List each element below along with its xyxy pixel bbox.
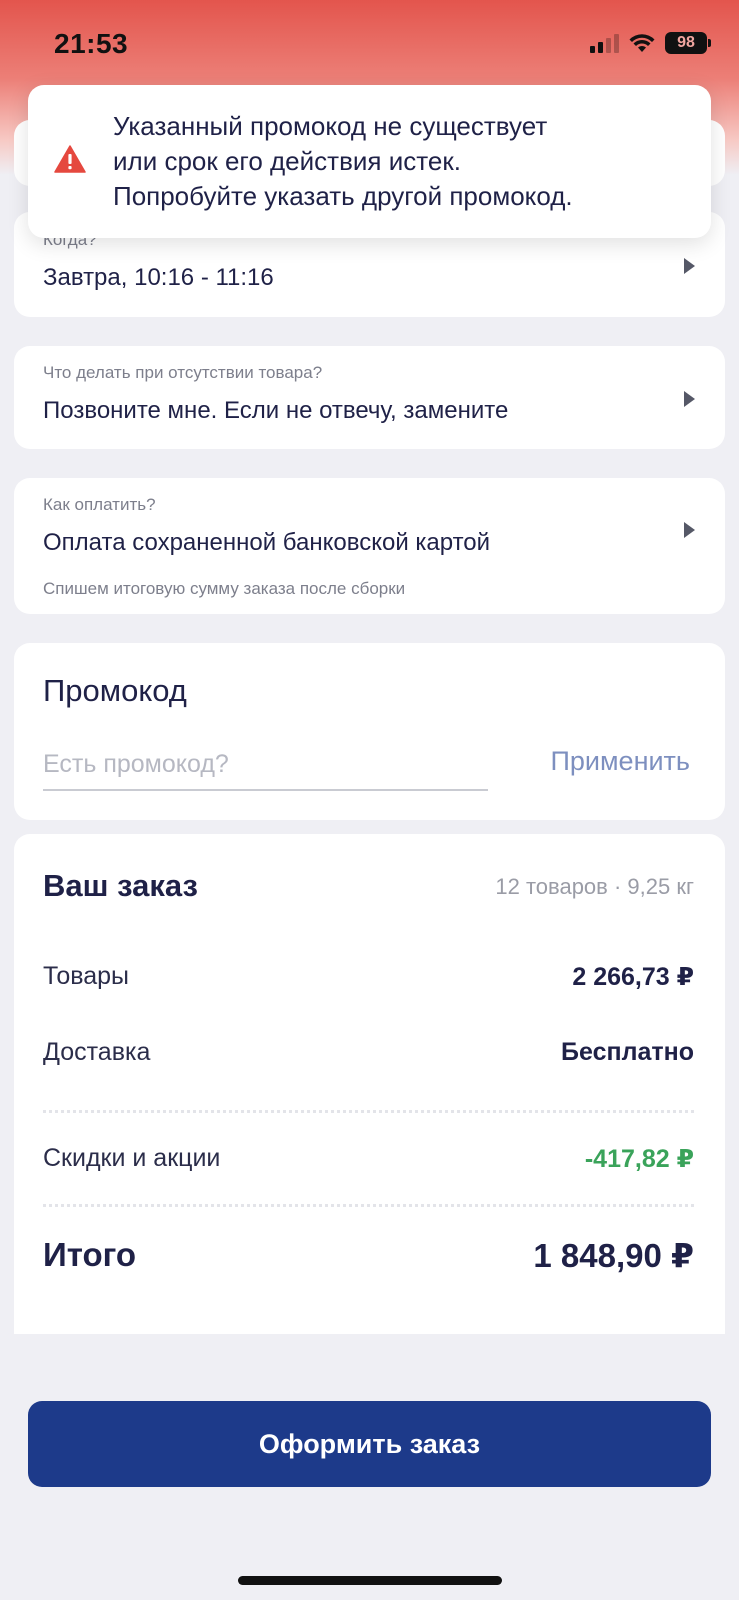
divider: [43, 1204, 694, 1207]
cellular-signal-icon: [590, 33, 619, 53]
home-indicator[interactable]: [238, 1576, 502, 1585]
toast-line: Попробуйте указать другой промокод.: [113, 181, 573, 211]
payment-card[interactable]: Как оплатить? Оплата сохраненной банковс…: [14, 478, 725, 614]
wifi-icon: [629, 34, 655, 52]
chevron-right-icon: [684, 522, 695, 538]
toast-message: Указанный промокод не существует или сро…: [113, 109, 693, 214]
status-icons: 98: [590, 30, 711, 56]
delivery-label: Доставка: [43, 1038, 151, 1066]
place-order-button[interactable]: Оформить заказ: [28, 1401, 711, 1487]
error-toast[interactable]: Указанный промокод не существует или сро…: [28, 85, 711, 238]
missing-item-value: Позвоните мне. Если не отвечу, замените: [43, 397, 509, 424]
missing-item-label: Что делать при отсутствии товара?: [43, 363, 323, 382]
promo-input[interactable]: [43, 739, 488, 791]
total-value: 1 848,90 ₽: [533, 1237, 694, 1274]
receipt-edge: [14, 1330, 725, 1352]
total-label: Итого: [43, 1236, 137, 1273]
chevron-right-icon: [684, 391, 695, 407]
missing-item-card[interactable]: Что делать при отсутствии товара? Позвон…: [14, 346, 725, 449]
payment-value: Оплата сохраненной банковской картой: [43, 529, 491, 556]
payment-hint: Спишем итоговую сумму заказа после сборк…: [43, 579, 406, 598]
toast-line: Указанный промокод не существует: [113, 111, 548, 141]
chevron-right-icon: [684, 258, 695, 274]
payment-label: Как оплатить?: [43, 495, 156, 514]
goods-value: 2 266,73 ₽: [572, 963, 694, 991]
battery-level: 98: [677, 34, 695, 51]
promo-title: Промокод: [43, 673, 187, 708]
order-summary-card: Ваш заказ 12 товаров · 9,25 кг Товары 2 …: [14, 834, 725, 1334]
warning-icon: [54, 145, 86, 173]
divider: [43, 1110, 694, 1113]
order-title: Ваш заказ: [43, 868, 198, 903]
delivery-time-value: Завтра, 10:16 - 11:16: [43, 264, 274, 291]
promo-card: Промокод Применить: [14, 643, 725, 820]
apply-promo-button[interactable]: Применить: [550, 746, 690, 777]
battery-icon: 98: [665, 32, 711, 54]
goods-label: Товары: [43, 962, 129, 990]
status-time: 21:53: [54, 28, 129, 59]
order-meta: 12 товаров · 9,25 кг: [495, 874, 694, 899]
delivery-value: Бесплатно: [561, 1038, 694, 1066]
discount-label: Скидки и акции: [43, 1144, 221, 1172]
discount-value: -417,82 ₽: [584, 1145, 694, 1173]
toast-line: или срок его действия истек.: [113, 146, 461, 176]
